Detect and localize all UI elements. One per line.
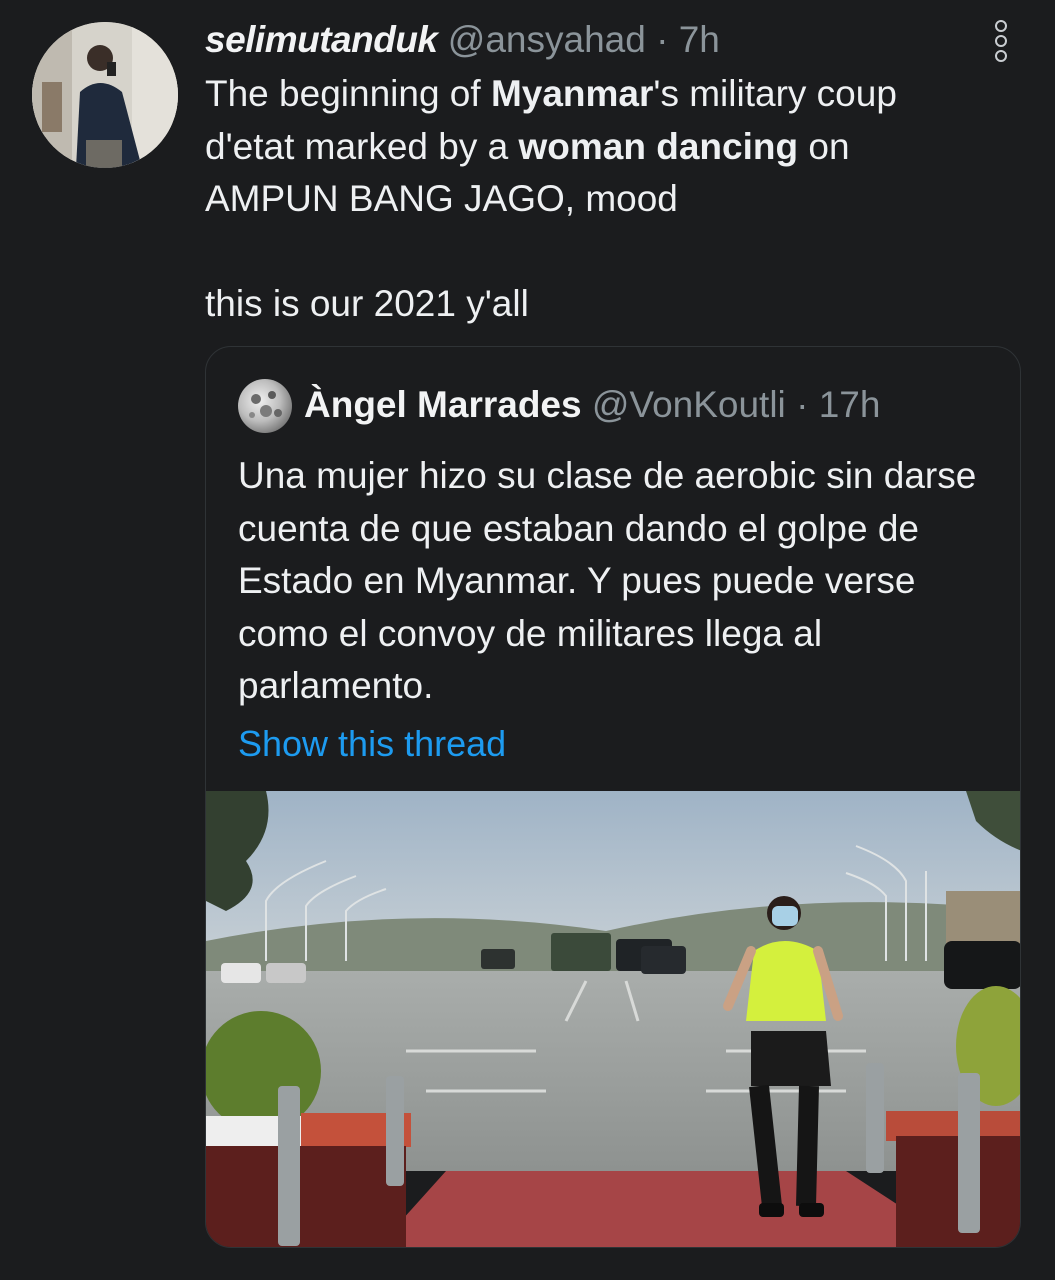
avatar-pattern: [249, 391, 282, 418]
tweet-media-image[interactable]: [206, 791, 1020, 1247]
more-options-button[interactable]: [990, 20, 1012, 62]
tweet-timestamp[interactable]: 7h: [679, 19, 720, 60]
more-vertical-icon-dot-2: [995, 35, 1007, 47]
header-separator: ·: [656, 19, 669, 60]
quoted-tweet-timestamp[interactable]: 17h: [819, 384, 881, 425]
quoted-tweet-card[interactable]: Àngel Marrades @VonKoutli · 17h Una muje…: [205, 346, 1021, 1248]
author-handle[interactable]: @ansyahad: [448, 19, 646, 60]
tweet-text-bold: Myanmar: [490, 73, 654, 114]
tweet-text-line2: this is our 2021 y'all: [205, 283, 529, 324]
avatar-photo: [32, 22, 178, 168]
tweet-text: The beginning of Myanmar's military coup…: [205, 68, 985, 226]
author-avatar[interactable]: [32, 22, 178, 168]
quoted-author-handle[interactable]: @VonKoutli: [592, 384, 786, 425]
show-thread-link[interactable]: Show this thread: [238, 722, 506, 766]
more-vertical-icon: [995, 20, 1007, 32]
quoted-author-display-name[interactable]: Àngel Marrades: [304, 384, 582, 425]
quoted-author-avatar[interactable]: [238, 379, 292, 433]
media-photo: [206, 791, 1020, 1247]
quoted-tweet-text: Una mujer hizo su clase de aerobic sin d…: [238, 455, 977, 706]
author-display-name[interactable]: selimutanduk: [205, 19, 438, 60]
tweet-header: selimutanduk @ansyahad · 7h: [205, 18, 720, 62]
quoted-tweet-header: Àngel Marrades @VonKoutli · 17h: [304, 383, 880, 427]
tweet-text-segment: The beginning of: [205, 73, 491, 114]
tweet-text-bold: woman dancing: [518, 125, 799, 167]
quoted-header-separator: ·: [796, 384, 809, 425]
more-vertical-icon-dot-3: [995, 50, 1007, 62]
